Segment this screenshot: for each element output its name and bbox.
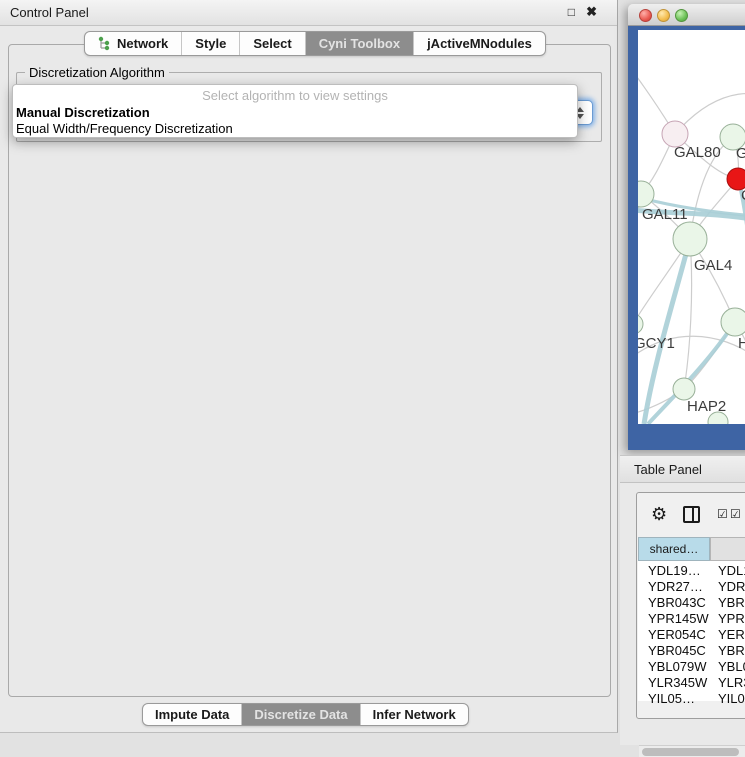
tab-impute-data-label: Impute Data: [155, 707, 229, 722]
table-row[interactable]: YIL05… YIL0: [638, 691, 745, 707]
tab-cyni-toolbox-label: Cyni Toolbox: [319, 36, 400, 51]
network-canvas[interactable]: GAL80GCGAL11GAL4GCY1HHAP2: [638, 30, 745, 424]
tab-style-label: Style: [195, 36, 226, 51]
cell-name: YPR1: [718, 611, 745, 626]
cell-name: YBL0: [718, 659, 745, 674]
node-label-gal4: GAL4: [694, 257, 732, 274]
tab-discretize-data-label: Discretize Data: [254, 707, 347, 722]
discretization-algorithm-label: Discretization Algorithm: [25, 65, 169, 80]
tab-select-label: Select: [253, 36, 291, 51]
network-node-hap2[interactable]: [673, 378, 695, 400]
table-panel-title: Table Panel: [634, 462, 702, 477]
close-traffic-light-icon[interactable]: [639, 9, 652, 22]
node-label-h: H: [738, 335, 745, 352]
table-row[interactable]: YBL079W YBL0: [638, 659, 745, 675]
table-row[interactable]: YBR045C YBR0: [638, 643, 745, 659]
table-panel-titlebar: Table Panel: [620, 455, 745, 483]
cell-shared-name: YBR043C: [648, 595, 706, 610]
cell-name: YDL1: [718, 563, 745, 578]
cell-shared-name: YDR27…: [648, 579, 703, 594]
cell-name: YIL0: [718, 691, 745, 706]
cell-shared-name: YIL05…: [648, 691, 695, 706]
tab-impute-data[interactable]: Impute Data: [143, 704, 241, 725]
cell-name: YBR0: [718, 595, 745, 610]
table-horizontal-scrollbar[interactable]: [639, 745, 745, 757]
tab-discretize-data[interactable]: Discretize Data: [241, 704, 359, 725]
node-label-gcy1: GCY1: [638, 335, 675, 352]
tab-select[interactable]: Select: [239, 32, 304, 55]
node-label-gal11: GAL11: [642, 206, 688, 223]
tab-cyni-toolbox[interactable]: Cyni Toolbox: [305, 32, 413, 55]
network-icon: [98, 36, 111, 51]
algorithm-option-manual[interactable]: Manual Discretization: [16, 105, 150, 120]
table-row[interactable]: YER054C YER0: [638, 627, 745, 643]
cell-shared-name: YLR345W: [648, 675, 707, 690]
table-row[interactable]: YLR345W YLR3: [638, 675, 745, 691]
table-row[interactable]: YDR27… YDR2: [638, 579, 745, 595]
cell-name: YER0: [718, 627, 745, 642]
table-row[interactable]: YPR145W YPR1: [638, 611, 745, 627]
algorithm-option-equal-width[interactable]: Equal Width/Frequency Discretization: [16, 121, 233, 136]
algorithm-dropdown-popup: Select algorithm to view settings Manual…: [12, 84, 578, 138]
cell-name: YLR3: [718, 675, 745, 690]
node-label-gal80: GAL80: [674, 144, 721, 161]
network-view-window: GAL80GCGAL11GAL4GCY1HHAP2: [628, 4, 745, 450]
minimize-traffic-light-icon[interactable]: [657, 9, 670, 22]
column-header-shared-name[interactable]: shared…: [638, 537, 710, 561]
column-header-name[interactable]: n: [710, 537, 745, 561]
node-table-container: ⚙ ☑ ☑ shared… n YDL19…YDL1YDR27…YDR2YBR0…: [636, 492, 745, 719]
cell-shared-name: YBR045C: [648, 643, 706, 658]
control-panel-tabs: Network Style Select Cyni Toolbox jActiveMNo…: [84, 31, 546, 56]
tab-infer-network[interactable]: Infer Network: [360, 704, 468, 725]
tab-jactivemnodules[interactable]: jActiveMNodules: [413, 32, 545, 55]
window-title: Control Panel: [10, 5, 89, 20]
table-row[interactable]: YDL19… YDL1: [638, 563, 745, 579]
tab-network-label: Network: [117, 36, 168, 51]
node-table: shared… n YDL19…YDL1YDR27…YDR2YBR043CYBR…: [638, 537, 745, 701]
cell-shared-name: YBL079W: [648, 659, 707, 674]
network-node-gal4[interactable]: [673, 222, 707, 256]
network-node-h[interactable]: [721, 308, 745, 336]
close-icon[interactable]: ✖: [586, 4, 597, 20]
cell-shared-name: YER054C: [648, 627, 706, 642]
tab-jactivemnodules-label: jActiveMNodules: [427, 36, 532, 51]
tab-infer-network-label: Infer Network: [373, 707, 456, 722]
network-graph: GAL80GCGAL11GAL4GCY1HHAP2: [638, 30, 745, 424]
algorithm-popup-hint: Select algorithm to view settings: [13, 88, 577, 103]
cell-name: YDR2: [718, 579, 745, 594]
node-label-g: G: [736, 145, 745, 162]
network-window-titlebar[interactable]: [628, 4, 745, 26]
table-horizontal-scrollbar-thumb[interactable]: [642, 748, 739, 756]
cell-shared-name: YDL19…: [648, 563, 701, 578]
network-node-gal11[interactable]: [638, 181, 654, 207]
network-node-gcy1[interactable]: [638, 314, 643, 334]
tab-style[interactable]: Style: [181, 32, 239, 55]
float-window-icon[interactable]: □: [568, 5, 575, 19]
zoom-traffic-light-icon[interactable]: [675, 9, 688, 22]
table-row[interactable]: YBR043C YBR0: [638, 595, 745, 611]
table-panel-body: ⚙ ☑ ☑ shared… n YDL19…YDL1YDR27…YDR2YBR0…: [620, 483, 745, 745]
checkbox-icon[interactable]: ☑: [730, 507, 741, 521]
cell-name: YBR0: [718, 643, 745, 658]
cyni-mode-tabs: Impute Data Discretize Data Infer Network: [142, 703, 469, 726]
gear-icon[interactable]: ⚙: [651, 502, 667, 526]
checkbox-icon[interactable]: ☑: [717, 507, 728, 521]
network-window-frame: GAL80GCGAL11GAL4GCY1HHAP2: [628, 26, 745, 450]
tab-network[interactable]: Network: [85, 32, 181, 55]
cell-shared-name: YPR145W: [648, 611, 709, 626]
control-panel-titlebar: Control Panel □ ✖: [0, 0, 617, 26]
control-panel-window: Control Panel □ ✖ Network Style Select Cyni…: [0, 0, 618, 733]
node-label-c: C: [741, 187, 745, 204]
columns-icon[interactable]: [683, 506, 700, 523]
